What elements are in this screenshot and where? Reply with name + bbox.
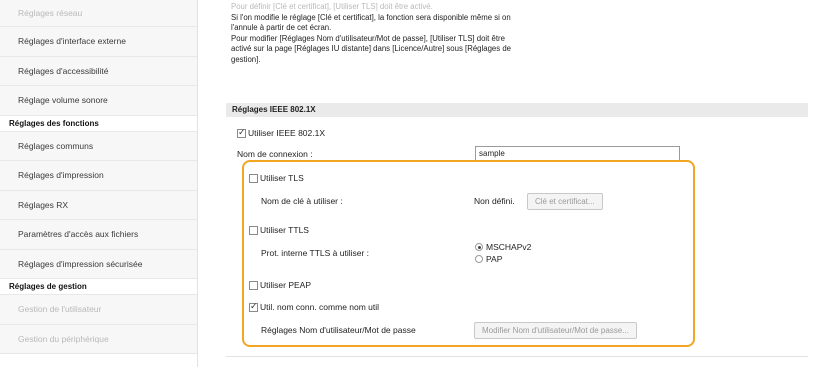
use-tls-label: Utiliser TLS [260,173,304,183]
sidebar-item-user-management[interactable]: Gestion de l'utilisateur [0,295,197,325]
ttls-protocol-label: Prot. interne TTLS à utiliser : [261,248,370,258]
sidebar-item-rx-settings[interactable]: Réglages RX [0,190,197,220]
pap-radio[interactable] [475,255,483,263]
use-login-as-user-label: Util. nom conn. comme nom util [260,302,380,312]
pap-label: PAP [486,254,503,264]
intro-line: l'annule à partir de cet écran. [231,23,332,33]
sidebar-item-network-settings[interactable]: Réglages réseau [0,0,197,27]
sidebar: Réglages réseau Réglages d'interface ext… [0,0,198,367]
intro-line: Si l'on modifie le réglage [Clé et certi… [231,12,511,22]
use-ttls-checkbox[interactable] [249,225,258,235]
use-login-as-user-checkbox[interactable] [249,301,258,312]
sidebar-item-print-settings[interactable]: Réglages d'impression [0,161,197,191]
user-pw-label: Réglages Nom d'utilisateur/Mot de passe [261,325,416,335]
intro-text: Pour définir [Clé et certificat], [Utili… [231,2,651,66]
intro-line: Pour modifier [Réglages Nom d'utilisateu… [231,33,505,43]
login-name-input[interactable]: sample [475,146,680,161]
intro-line: gestion]. [231,54,261,64]
intro-line: Pour définir [Clé et certificat], [Utili… [231,2,433,11]
use-ttls-label: Utiliser TTLS [260,225,309,235]
sidebar-item-volume[interactable]: Réglage volume sonore [0,86,197,116]
use-ieee-checkbox[interactable] [237,127,246,138]
sidebar-header-management-settings: Réglages de gestion [0,279,197,295]
section-title-ieee8021x: Réglages IEEE 802.1X [226,103,808,117]
use-peap-checkbox[interactable] [249,280,258,290]
use-ieee-label: Utiliser IEEE 802.1X [248,128,326,138]
ttls-protocol-row: Prot. interne TTLS à utiliser : [261,248,369,258]
use-tls-checkbox[interactable] [249,173,258,183]
use-tls-row: Utiliser TLS [249,173,304,183]
key-name-row: Nom de clé à utiliser : [261,196,343,206]
sidebar-item-accessibility[interactable]: Réglages d'accessibilité [0,56,197,86]
key-name-label: Nom de clé à utiliser : [261,196,343,206]
divider [226,356,808,357]
ttls-option-mschapv2[interactable]: MSCHAPv2 [475,242,531,252]
sidebar-item-external-interface[interactable]: Réglages d'interface externe [0,27,197,57]
login-name-row: Nom de connexion : [237,149,313,159]
use-login-as-user-row: Util. nom conn. comme nom util [249,301,380,312]
use-peap-row: Utiliser PEAP [249,280,311,290]
key-value-row: Non défini. [474,196,515,206]
use-ttls-row: Utiliser TTLS [249,225,309,235]
sidebar-item-file-access[interactable]: Paramètres d'accès aux fichiers [0,220,197,250]
login-name-label: Nom de connexion : [237,149,313,159]
use-peap-label: Utiliser PEAP [260,280,312,290]
sidebar-item-secure-print[interactable]: Réglages d'impression sécurisée [0,249,197,279]
user-pw-row: Réglages Nom d'utilisateur/Mot de passe [261,325,416,335]
sidebar-item-common-settings[interactable]: Réglages communs [0,131,197,161]
ttls-option-pap[interactable]: PAP [475,254,502,264]
sidebar-header-function-settings: Réglages des fonctions [0,115,197,132]
sidebar-item-device-management[interactable]: Gestion du périphérique [0,324,197,354]
key-name-value: Non défini. [474,196,515,206]
key-certificate-button[interactable]: Clé et certificat... [527,193,603,210]
main-content: Pour définir [Clé et certificat], [Utili… [198,0,815,367]
mschapv2-radio[interactable] [475,243,483,251]
mschapv2-label: MSCHAPv2 [486,242,532,252]
edit-user-password-button[interactable]: Modifier Nom d'utilisateur/Mot de passe.… [474,322,637,339]
intro-line: activé sur la page [Réglages IU distante… [231,44,511,54]
use-ieee-row: Utiliser IEEE 802.1X [237,127,326,138]
